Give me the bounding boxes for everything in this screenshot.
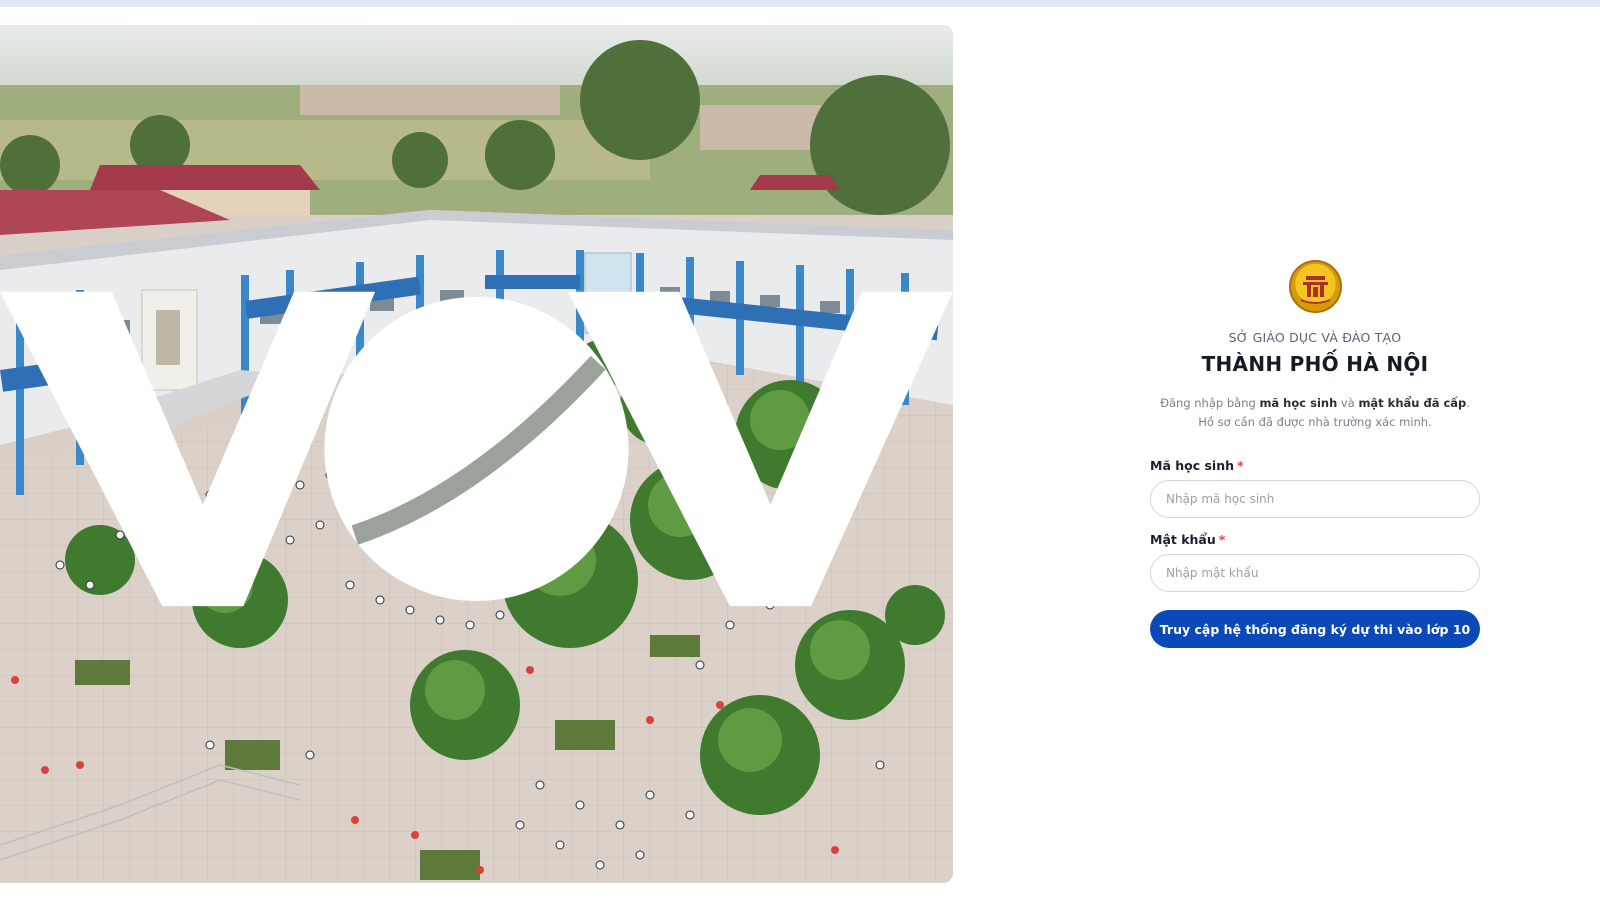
- student-id-label-text: Mã học sinh: [1150, 458, 1234, 473]
- password-label: Mật khẩu *: [1150, 532, 1225, 547]
- top-strip: [0, 0, 1600, 7]
- required-mark: *: [1218, 532, 1226, 547]
- vov-watermark-logo: [0, 291, 953, 607]
- password-label-text: Mật khẩu: [1150, 532, 1216, 547]
- required-mark: *: [1237, 458, 1244, 473]
- access-registration-button[interactable]: Truy cập hệ thống đăng ký dự thi vào lớp…: [1150, 610, 1480, 648]
- login-instructions: Đăng nhập bằng mã học sinh và mật khẩu đ…: [1152, 394, 1478, 432]
- hanoi-emblem-icon: [1289, 260, 1342, 313]
- student-id-label: Mã học sinh *: [1150, 458, 1244, 473]
- department-subtitle: SỞ GIÁO DỤC VÀ ĐÀO TẠO: [1228, 330, 1402, 345]
- instructions-bold-password: mật khẩu đã cấp: [1358, 396, 1467, 410]
- student-id-input[interactable]: [1150, 480, 1480, 518]
- instructions-text-2: và: [1337, 396, 1359, 410]
- password-input[interactable]: [1150, 554, 1480, 592]
- hero-photo: [0, 25, 953, 883]
- instructions-text-1: Đăng nhập bằng: [1160, 396, 1260, 410]
- instructions-bold-student-id: mã học sinh: [1259, 396, 1338, 410]
- city-title: THÀNH PHỐ HÀ NỘI: [1201, 352, 1429, 376]
